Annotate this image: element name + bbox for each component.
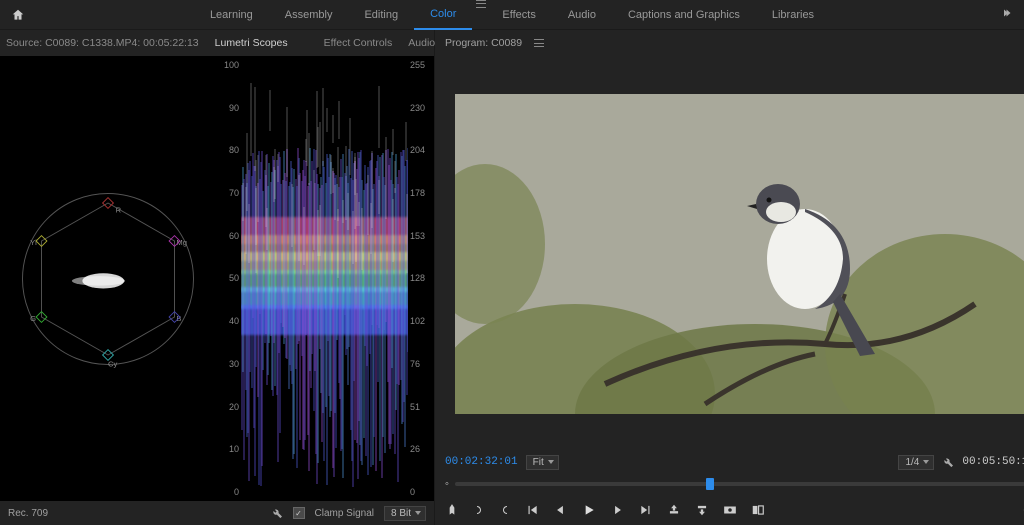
playhead-icon[interactable]	[706, 478, 714, 490]
workspace-tab-editing[interactable]: Editing	[348, 0, 414, 30]
timeline-zoom-start-icon[interactable]: ◦	[445, 478, 449, 490]
tab-lumetri-scopes[interactable]: Lumetri Scopes	[215, 37, 288, 49]
workspace-menu-icon[interactable]	[476, 0, 486, 8]
playback-resolution-dropdown[interactable]: 1/4	[898, 455, 934, 470]
tab-effect-controls[interactable]: Effect Controls	[324, 37, 393, 49]
program-scrubber[interactable]	[455, 482, 1024, 486]
go-to-out-button[interactable]	[639, 503, 653, 517]
svg-text:Yl: Yl	[30, 237, 37, 246]
program-panel-menu-icon[interactable]	[534, 39, 544, 47]
workspace-tab-learning[interactable]: Learning	[194, 0, 269, 30]
extract-button[interactable]	[695, 503, 709, 517]
waveform-scope: 1009080706050403020100 25523020417815312…	[215, 56, 434, 501]
current-timecode[interactable]: 00:02:32:01	[445, 456, 518, 468]
source-clip-label: Source: C0089: C1338.MP4: 00:05:22:13	[6, 37, 199, 49]
workspace-tab-captions-and-graphics[interactable]: Captions and Graphics	[612, 0, 756, 30]
workspace-tab-color[interactable]: Color	[414, 0, 472, 30]
mark-out-button[interactable]	[499, 503, 511, 517]
play-button[interactable]	[581, 502, 597, 518]
wrench-icon[interactable]	[271, 507, 283, 519]
home-button[interactable]	[0, 0, 36, 30]
workspace-tab-assembly[interactable]: Assembly	[269, 0, 349, 30]
workspace-tab-audio[interactable]: Audio	[552, 0, 612, 30]
program-video-frame	[455, 94, 1024, 414]
svg-text:G: G	[30, 313, 36, 322]
add-marker-button[interactable]	[445, 503, 459, 517]
svg-text:R: R	[115, 205, 121, 214]
workspace-tabs: LearningAssemblyEditingColor EffectsAudio…	[36, 0, 988, 30]
zoom-fit-dropdown[interactable]: Fit	[526, 455, 559, 470]
program-title: Program: C0089	[445, 37, 522, 49]
svg-text:Cy: Cy	[108, 359, 117, 368]
step-forward-button[interactable]	[611, 503, 625, 517]
export-frame-button[interactable]	[723, 503, 737, 517]
step-back-button[interactable]	[553, 503, 567, 517]
lift-button[interactable]	[667, 503, 681, 517]
go-to-in-button[interactable]	[525, 503, 539, 517]
mark-in-button[interactable]	[473, 503, 485, 517]
comparison-view-button[interactable]	[751, 503, 765, 517]
bit-depth-dropdown[interactable]: 8 Bit	[384, 506, 426, 521]
workspace-tab-effects[interactable]: Effects	[486, 0, 551, 30]
colorspace-label: Rec. 709	[8, 508, 48, 519]
vectorscope: R Mg B Cy G Yl	[0, 56, 215, 501]
settings-wrench-icon[interactable]	[942, 456, 954, 468]
clamp-signal-checkbox[interactable]: ✓	[293, 507, 305, 519]
clamp-signal-label: Clamp Signal	[315, 508, 374, 519]
workspace-overflow-button[interactable]	[988, 7, 1024, 22]
duration-timecode: 00:05:50:12	[962, 456, 1024, 468]
workspace-tab-libraries[interactable]: Libraries	[756, 0, 830, 30]
